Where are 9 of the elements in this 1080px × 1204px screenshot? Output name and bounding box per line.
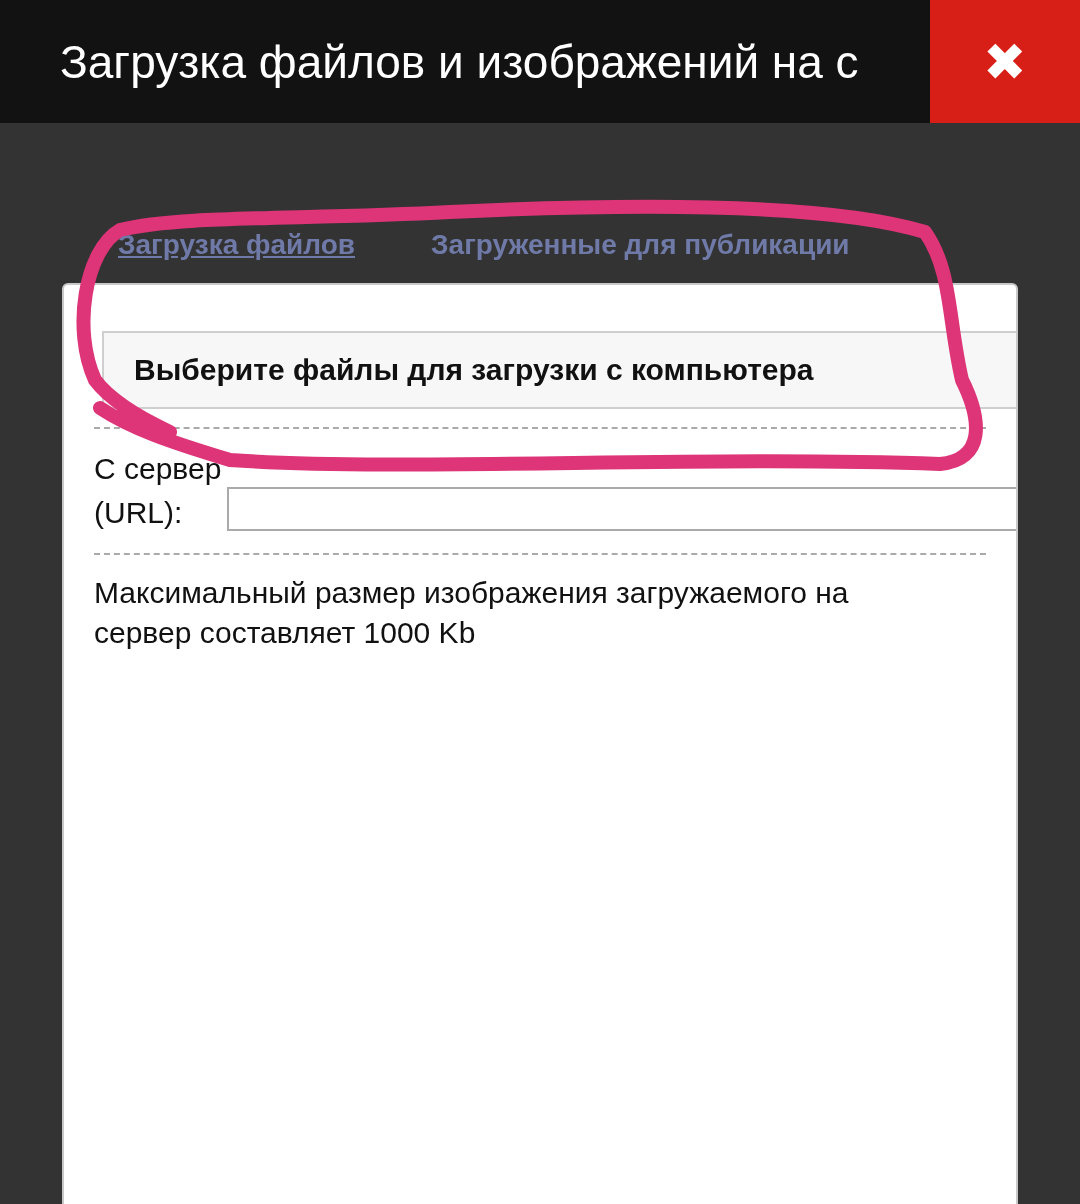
- size-note: Максимальный размер изображения загружаемого на сервер составляет 1000 Kb: [94, 575, 850, 651]
- tab[interactable]: Загруженные для публикации: [431, 227, 850, 263]
- window-title: Загрузка файлов и изображений на с: [59, 34, 859, 89]
- url-label: (URL):: [94, 495, 184, 531]
- close-button[interactable]: ✖: [930, 0, 1080, 123]
- url-input-field[interactable]: [227, 487, 1016, 531]
- url-label: С сервер: [94, 451, 222, 487]
- choose-files-button[interactable]: Выберите файлы для загрузки с компьютера: [102, 331, 1016, 409]
- tab[interactable]: Загрузка файлов: [118, 227, 355, 263]
